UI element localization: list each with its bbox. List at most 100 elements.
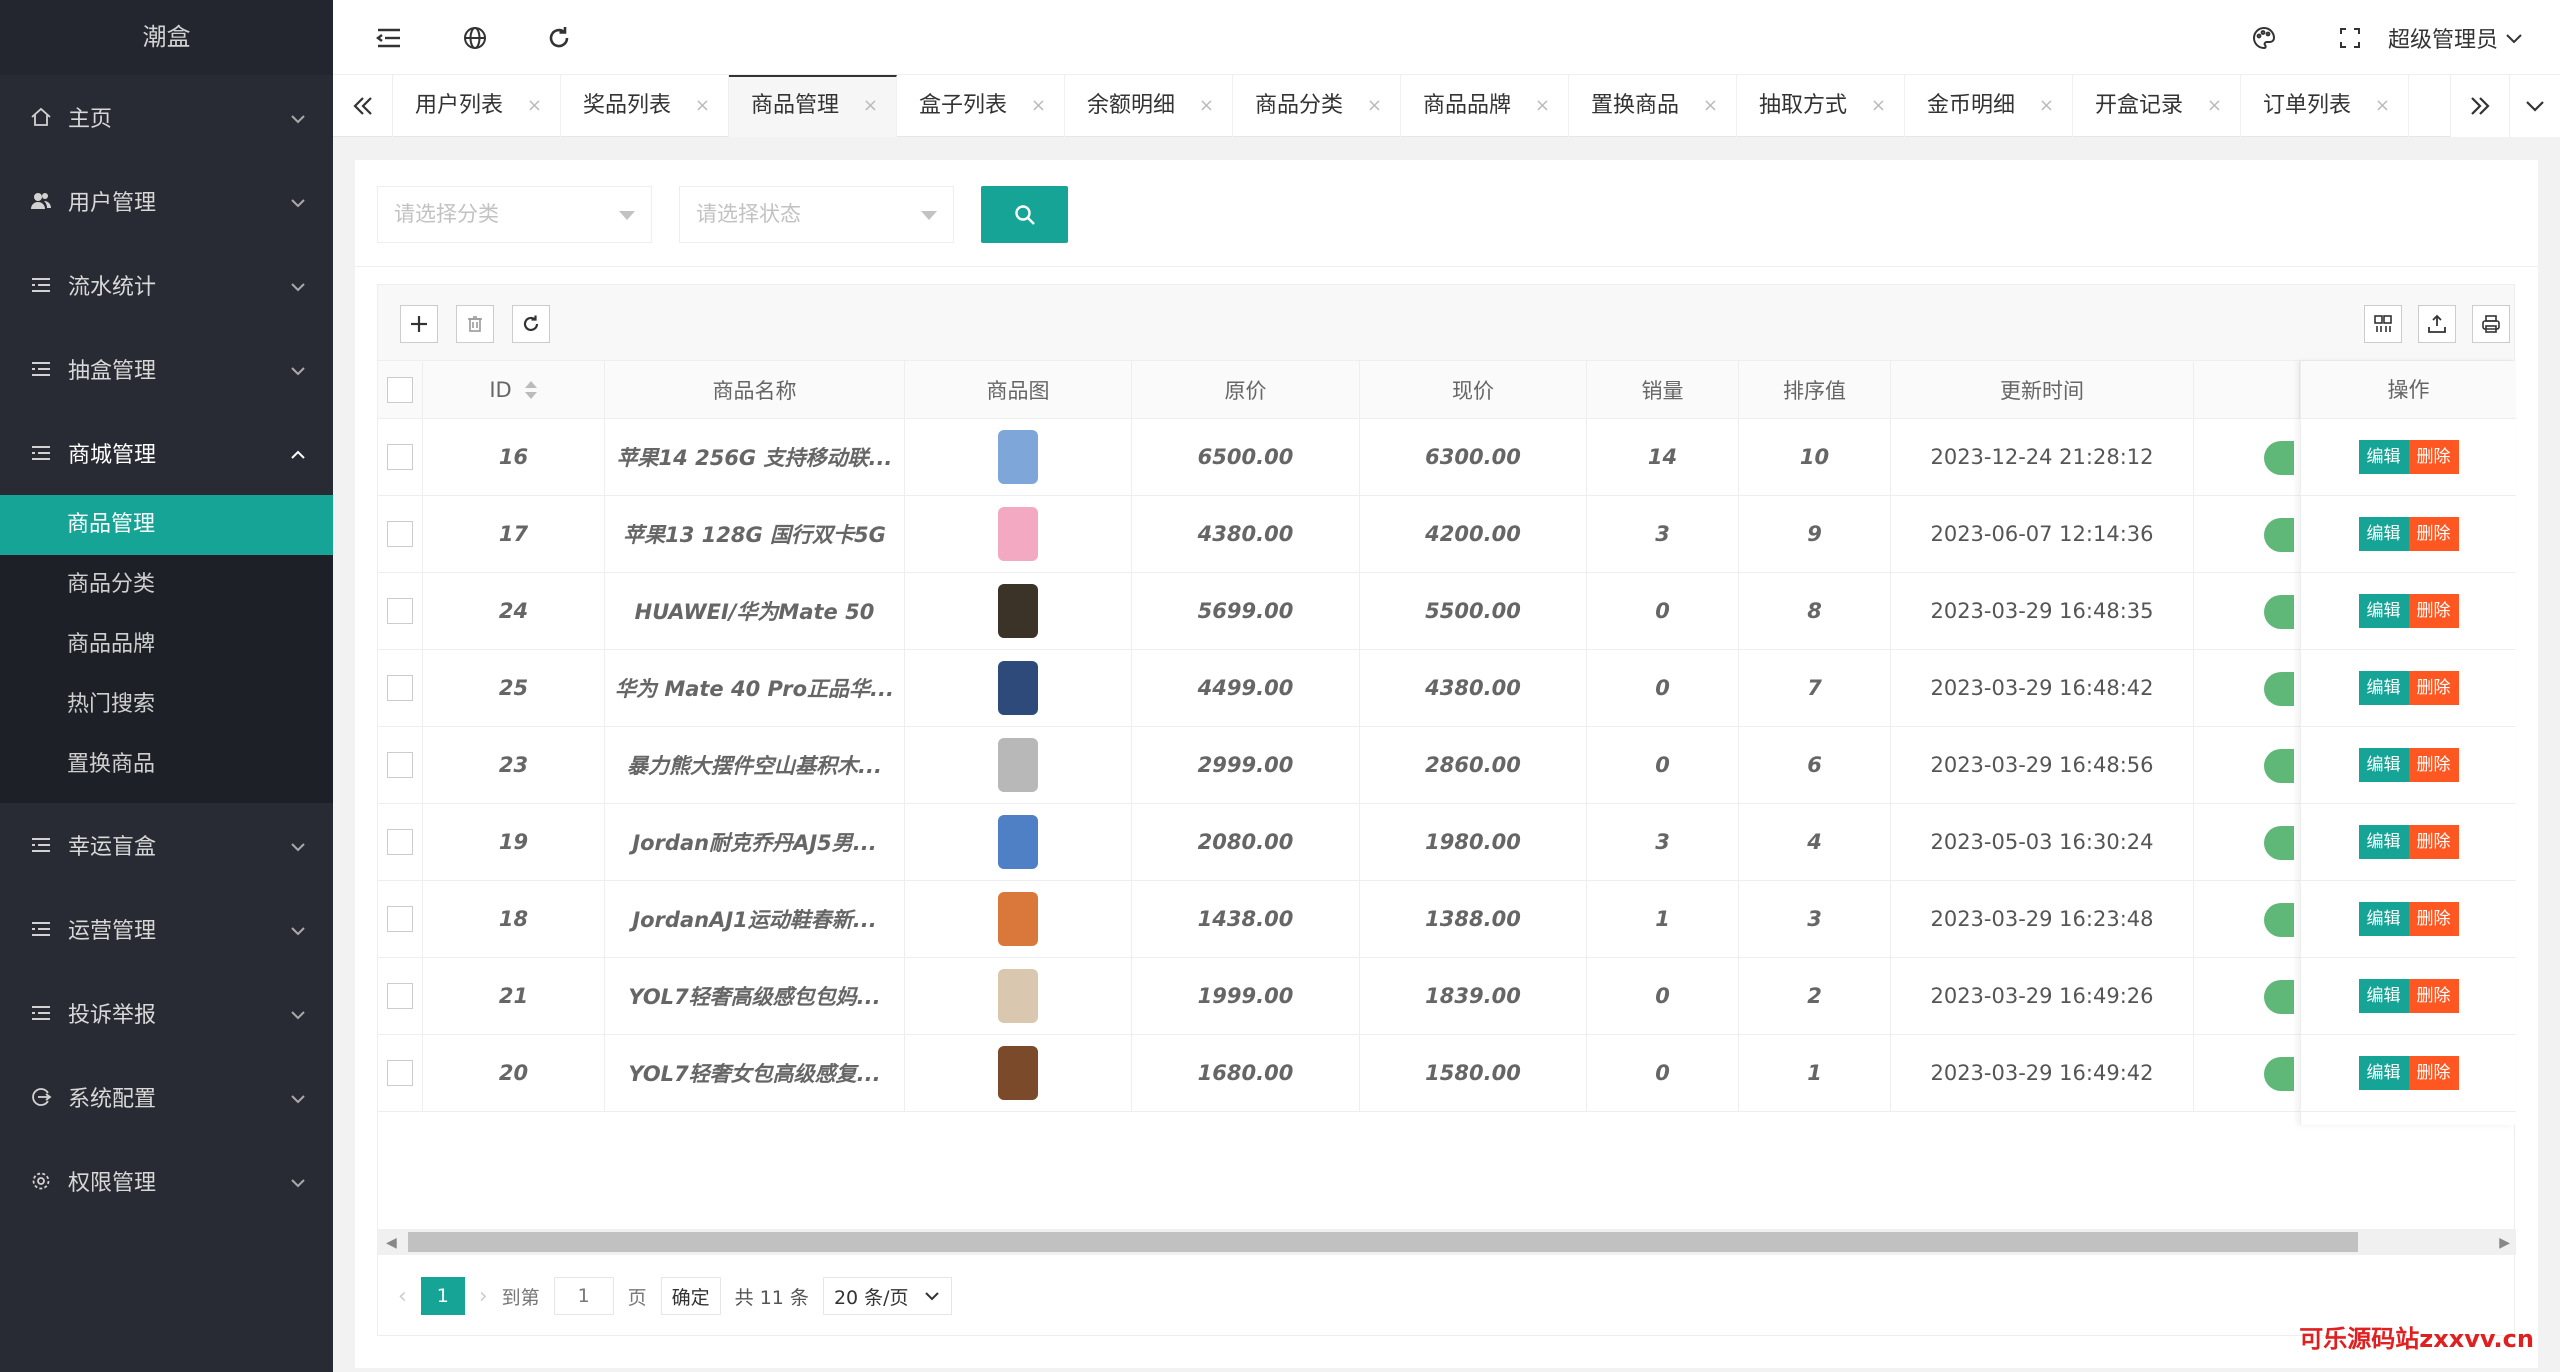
delete-button[interactable]: 删除: [2408, 902, 2459, 936]
row-checkbox[interactable]: [387, 521, 413, 547]
admin-menu[interactable]: 超级管理员: [2388, 22, 2524, 54]
scroll-left-icon[interactable]: ◀: [386, 1235, 397, 1251]
table-row[interactable]: 16 苹果14 256G 支持移动联... 6500.00 6300.00 14 10 20…: [378, 419, 2516, 496]
edit-button[interactable]: 编辑: [2358, 902, 2409, 936]
tab-5[interactable]: 商品分类 ×: [1233, 75, 1401, 137]
delete-selected-button[interactable]: [456, 305, 494, 343]
delete-button[interactable]: 删除: [2408, 825, 2459, 859]
close-icon[interactable]: ×: [2375, 75, 2390, 137]
tabs-scroll-right[interactable]: [2450, 75, 2510, 137]
sidebar-item-6[interactable]: 运营管理: [0, 887, 333, 971]
close-icon[interactable]: ×: [1535, 75, 1550, 137]
tab-8[interactable]: 抽取方式 ×: [1737, 75, 1905, 137]
close-icon[interactable]: ×: [695, 75, 710, 137]
row-checkbox[interactable]: [387, 752, 413, 778]
delete-button[interactable]: 删除: [2408, 979, 2459, 1013]
tab-9[interactable]: 金币明细 ×: [1905, 75, 2073, 137]
tab-4[interactable]: 余额明细 ×: [1065, 75, 1233, 137]
tab-2[interactable]: 商品管理 ×: [729, 75, 897, 137]
sidebar-item-4[interactable]: 商城管理: [0, 411, 333, 495]
scroll-right-icon[interactable]: ▶: [2499, 1235, 2510, 1251]
tab-1[interactable]: 奖品列表 ×: [561, 75, 729, 137]
sidebar-item-5[interactable]: 幸运盲盒: [0, 803, 333, 887]
status-switch[interactable]: [2264, 903, 2294, 937]
row-checkbox[interactable]: [387, 1060, 413, 1086]
delete-button[interactable]: 删除: [2408, 440, 2459, 474]
table-row[interactable]: 19 Jordan耐克乔丹AJ5男... 2080.00 1980.00 3 4 2023-…: [378, 804, 2516, 881]
export-button[interactable]: [2418, 305, 2456, 343]
reload-button[interactable]: [512, 305, 550, 343]
sidebar-item-8[interactable]: 系统配置: [0, 1055, 333, 1139]
sidebar-item-1[interactable]: 用户管理: [0, 159, 333, 243]
sort-icon[interactable]: [524, 379, 538, 401]
delete-button[interactable]: 删除: [2408, 748, 2459, 782]
fullscreen-icon[interactable]: [2336, 24, 2364, 52]
row-checkbox[interactable]: [387, 983, 413, 1009]
refresh-icon[interactable]: [545, 24, 573, 52]
status-switch[interactable]: [2264, 518, 2294, 552]
header-id[interactable]: ID: [423, 361, 605, 418]
close-icon[interactable]: ×: [1871, 75, 1886, 137]
sidebar-item-7[interactable]: 投诉举报: [0, 971, 333, 1055]
category-select[interactable]: 请选择分类: [377, 186, 652, 243]
sidebar-item-2[interactable]: 流水统计: [0, 243, 333, 327]
print-button[interactable]: [2472, 305, 2510, 343]
globe-icon[interactable]: [461, 24, 489, 52]
status-switch[interactable]: [2264, 672, 2294, 706]
page-size-select[interactable]: 20 条/页: [822, 1277, 952, 1315]
status-switch[interactable]: [2264, 595, 2294, 629]
table-row[interactable]: 21 YOL7轻奢高级感包包妈... 1999.00 1839.00 0 2 2023-03…: [378, 958, 2516, 1035]
tab-6[interactable]: 商品品牌 ×: [1401, 75, 1569, 137]
scrollbar-thumb[interactable]: [408, 1232, 2358, 1252]
status-switch[interactable]: [2264, 441, 2294, 475]
row-checkbox[interactable]: [387, 906, 413, 932]
table-row[interactable]: 17 苹果13 128G 国行双卡5G 4380.00 4200.00 3 9 2023-0…: [378, 496, 2516, 573]
table-row[interactable]: 18 JordanAJ1运动鞋春新... 1438.00 1388.00 1 3 2023-…: [378, 881, 2516, 958]
delete-button[interactable]: 删除: [2408, 594, 2459, 628]
sidebar-subitem-4[interactable]: 置换商品: [0, 735, 333, 795]
row-checkbox[interactable]: [387, 675, 413, 701]
header-check[interactable]: [378, 361, 423, 418]
close-icon[interactable]: ×: [2207, 75, 2222, 137]
edit-button[interactable]: 编辑: [2358, 825, 2409, 859]
sidebar-item-9[interactable]: 权限管理: [0, 1139, 333, 1223]
columns-button[interactable]: [2364, 305, 2402, 343]
edit-button[interactable]: 编辑: [2358, 594, 2409, 628]
horizontal-scrollbar[interactable]: ◀ ▶: [378, 1229, 2516, 1255]
sidebar-item-0[interactable]: 主页: [0, 75, 333, 159]
close-icon[interactable]: ×: [1367, 75, 1382, 137]
row-checkbox[interactable]: [387, 598, 413, 624]
delete-button[interactable]: 删除: [2408, 671, 2459, 705]
sidebar-subitem-0[interactable]: 商品管理: [0, 495, 333, 555]
close-icon[interactable]: ×: [863, 77, 878, 135]
status-switch[interactable]: [2264, 980, 2294, 1014]
status-switch[interactable]: [2264, 1057, 2294, 1091]
row-checkbox[interactable]: [387, 444, 413, 470]
select-all-checkbox[interactable]: [387, 376, 413, 403]
table-row[interactable]: 20 YOL7轻奢女包高级感复... 1680.00 1580.00 0 1 2023-03…: [378, 1035, 2516, 1112]
status-switch[interactable]: [2264, 826, 2294, 860]
status-select[interactable]: 请选择状态: [679, 186, 954, 243]
table-row[interactable]: 25 华为 Mate 40 Pro正品华... 4499.00 4380.00 0 7 20…: [378, 650, 2516, 727]
delete-button[interactable]: 删除: [2408, 1056, 2459, 1090]
edit-button[interactable]: 编辑: [2358, 671, 2409, 705]
next-page-icon[interactable]: ›: [479, 1284, 488, 1309]
row-checkbox[interactable]: [387, 829, 413, 855]
close-icon[interactable]: ×: [1199, 75, 1214, 137]
prev-page-icon[interactable]: ‹: [398, 1284, 407, 1309]
sidebar-subitem-1[interactable]: 商品分类: [0, 555, 333, 615]
delete-button[interactable]: 删除: [2408, 517, 2459, 551]
sidebar-subitem-2[interactable]: 商品品牌: [0, 615, 333, 675]
status-switch[interactable]: [2264, 749, 2294, 783]
goto-page-input[interactable]: 1: [553, 1277, 614, 1315]
close-icon[interactable]: ×: [1031, 75, 1046, 137]
tabs-dropdown[interactable]: [2510, 75, 2560, 137]
close-icon[interactable]: ×: [1703, 75, 1718, 137]
tab-0[interactable]: 用户列表 ×: [393, 75, 561, 137]
add-button[interactable]: [400, 305, 438, 343]
edit-button[interactable]: 编辑: [2358, 748, 2409, 782]
tab-7[interactable]: 置换商品 ×: [1569, 75, 1737, 137]
tab-3[interactable]: 盒子列表 ×: [897, 75, 1065, 137]
table-row[interactable]: 24 HUAWEI/华为Mate 50 5699.00 5500.00 0 8 2023-0…: [378, 573, 2516, 650]
edit-button[interactable]: 编辑: [2358, 1056, 2409, 1090]
